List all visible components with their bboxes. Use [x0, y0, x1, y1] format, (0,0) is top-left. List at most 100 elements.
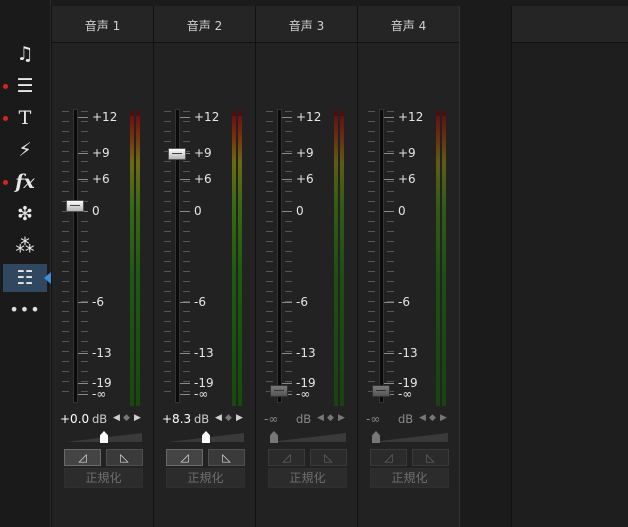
scale-tick	[368, 321, 375, 322]
scale-label: +9	[92, 146, 110, 160]
toolbar-music-media-button[interactable]: ♫	[3, 40, 47, 68]
scale-tick	[81, 221, 88, 222]
scale-tick	[285, 321, 292, 322]
pan-wedge	[372, 433, 448, 442]
scale-tick	[285, 341, 292, 342]
step-up-icon[interactable]: ▶	[236, 413, 243, 423]
volume-fader-handle[interactable]	[372, 385, 390, 397]
fade-out-button[interactable]: ◺	[106, 449, 143, 466]
step-down-icon[interactable]: ◀	[419, 413, 426, 423]
scale-tick	[266, 351, 273, 352]
scale-tick	[183, 231, 190, 232]
step-up-icon[interactable]: ▶	[338, 413, 345, 423]
level-meter	[232, 116, 236, 406]
normalize-button[interactable]: 正規化	[268, 468, 347, 488]
fade-out-button[interactable]: ◺	[208, 449, 245, 466]
scale-tick	[387, 361, 394, 362]
scale-tick	[81, 271, 88, 272]
volume-value[interactable]: +8.3	[162, 412, 191, 426]
scale-tick	[387, 201, 394, 202]
scale-tick	[285, 191, 292, 192]
scale-tick	[183, 361, 190, 362]
normalize-button[interactable]: 正規化	[166, 468, 245, 488]
more-tools-button[interactable]: •••	[3, 300, 47, 319]
scale-tick	[368, 381, 375, 382]
step-down-icon[interactable]: ◀	[113, 413, 120, 423]
scale-tick	[183, 341, 190, 342]
toolbar-audio-mixer-button[interactable]: ☷	[3, 264, 47, 292]
toolbar-spray-button[interactable]: ⁂	[3, 232, 47, 260]
scale-tick	[164, 221, 171, 222]
scale-label: -6	[92, 295, 104, 309]
scale-label: -6	[398, 295, 410, 309]
scale-major-tick	[282, 117, 292, 118]
scale-tick	[81, 251, 88, 252]
scale-tick	[368, 141, 375, 142]
volume-value[interactable]: +0.0	[60, 412, 89, 426]
fade-in-button[interactable]: ◿	[64, 449, 101, 466]
fade-out-button[interactable]: ◺	[412, 449, 449, 466]
scale-tick	[285, 381, 292, 382]
scale-label: +9	[296, 146, 314, 160]
scale-tick	[387, 121, 394, 122]
pan-slider[interactable]	[66, 431, 142, 443]
step-up-icon[interactable]: ▶	[134, 413, 141, 423]
fade-out-button[interactable]: ◺	[310, 449, 347, 466]
volume-value[interactable]: -∞	[264, 412, 278, 426]
volume-fader-handle[interactable]	[66, 200, 84, 212]
keyframe-icon[interactable]: ◆	[327, 413, 334, 423]
scale-tick	[164, 301, 171, 302]
keyframe-icon[interactable]: ◆	[429, 413, 436, 423]
step-up-icon[interactable]: ▶	[440, 413, 447, 423]
keyframe-icon[interactable]: ◆	[225, 413, 232, 423]
volume-value[interactable]: -∞	[366, 412, 380, 426]
mixer-channel-4: 音声 4 +12 +9 +6 0 -6 -13 -19 -∞ -∞ dB ◀ ◆ ▶ ◿ ◺ 正規化	[357, 6, 460, 527]
normalize-button[interactable]: 正規化	[64, 468, 143, 488]
scale-tick	[285, 201, 292, 202]
scale-tick	[183, 121, 190, 122]
scale-tick	[62, 391, 69, 392]
fade-in-button[interactable]: ◿	[268, 449, 305, 466]
scale-tick	[266, 251, 273, 252]
volume-fader-handle[interactable]	[168, 148, 186, 161]
scale-tick	[266, 231, 273, 232]
fade-in-button[interactable]: ◿	[166, 449, 203, 466]
mixer-channel-3: 音声 3 +12 +9 +6 0 -6 -13 -19 -∞ -∞ dB ◀ ◆ ▶ ◿ ◺ 正規化	[255, 6, 358, 527]
scale-tick	[62, 361, 69, 362]
modified-marker	[3, 116, 8, 121]
pan-slider[interactable]	[270, 431, 346, 443]
pan-slider[interactable]	[168, 431, 244, 443]
toolbar-transition-button[interactable]: ⚡	[3, 136, 47, 164]
scale-label: +6	[398, 172, 416, 186]
volume-fader-track[interactable]	[73, 109, 78, 403]
transition-icon: ⚡	[18, 139, 32, 161]
volume-unit: dB	[92, 412, 108, 426]
toolbar-clapperboard-button[interactable]: ☰	[3, 72, 47, 100]
scale-tick	[368, 261, 375, 262]
pan-slider[interactable]	[372, 431, 448, 443]
step-down-icon[interactable]: ◀	[215, 413, 222, 423]
scale-tick	[81, 361, 88, 362]
fade-in-button[interactable]: ◿	[370, 449, 407, 466]
keyframe-icon[interactable]: ◆	[123, 413, 130, 423]
step-down-icon[interactable]: ◀	[317, 413, 324, 423]
scale-tick	[62, 231, 69, 232]
scale-tick	[266, 381, 273, 382]
scale-tick	[183, 261, 190, 262]
toolbar-particle-button[interactable]: ❇	[3, 200, 47, 228]
scale-tick	[62, 311, 69, 312]
clapperboard-icon: ☰	[16, 75, 34, 97]
volume-fader-track[interactable]	[379, 109, 384, 403]
toolbar-text-title-button[interactable]: T	[3, 104, 47, 132]
scale-major-tick	[180, 117, 190, 118]
scale-tick	[81, 341, 88, 342]
scale-tick	[285, 251, 292, 252]
toolbar-fx-effects-button[interactable]: fx	[3, 168, 47, 196]
volume-fader-handle[interactable]	[270, 385, 288, 397]
scale-tick	[266, 111, 273, 112]
level-meter	[130, 116, 134, 406]
audio-mixer-panel: 音声 1 +12 +9 +6 0 -6 -13 -19 -∞ +0.0 dB ◀ ◆ ▶ ◿ ◺ 正規化 音声 2…	[51, 0, 628, 527]
normalize-button[interactable]: 正規化	[370, 468, 449, 488]
scale-major-tick	[78, 117, 88, 118]
volume-fader-track[interactable]	[277, 109, 282, 403]
